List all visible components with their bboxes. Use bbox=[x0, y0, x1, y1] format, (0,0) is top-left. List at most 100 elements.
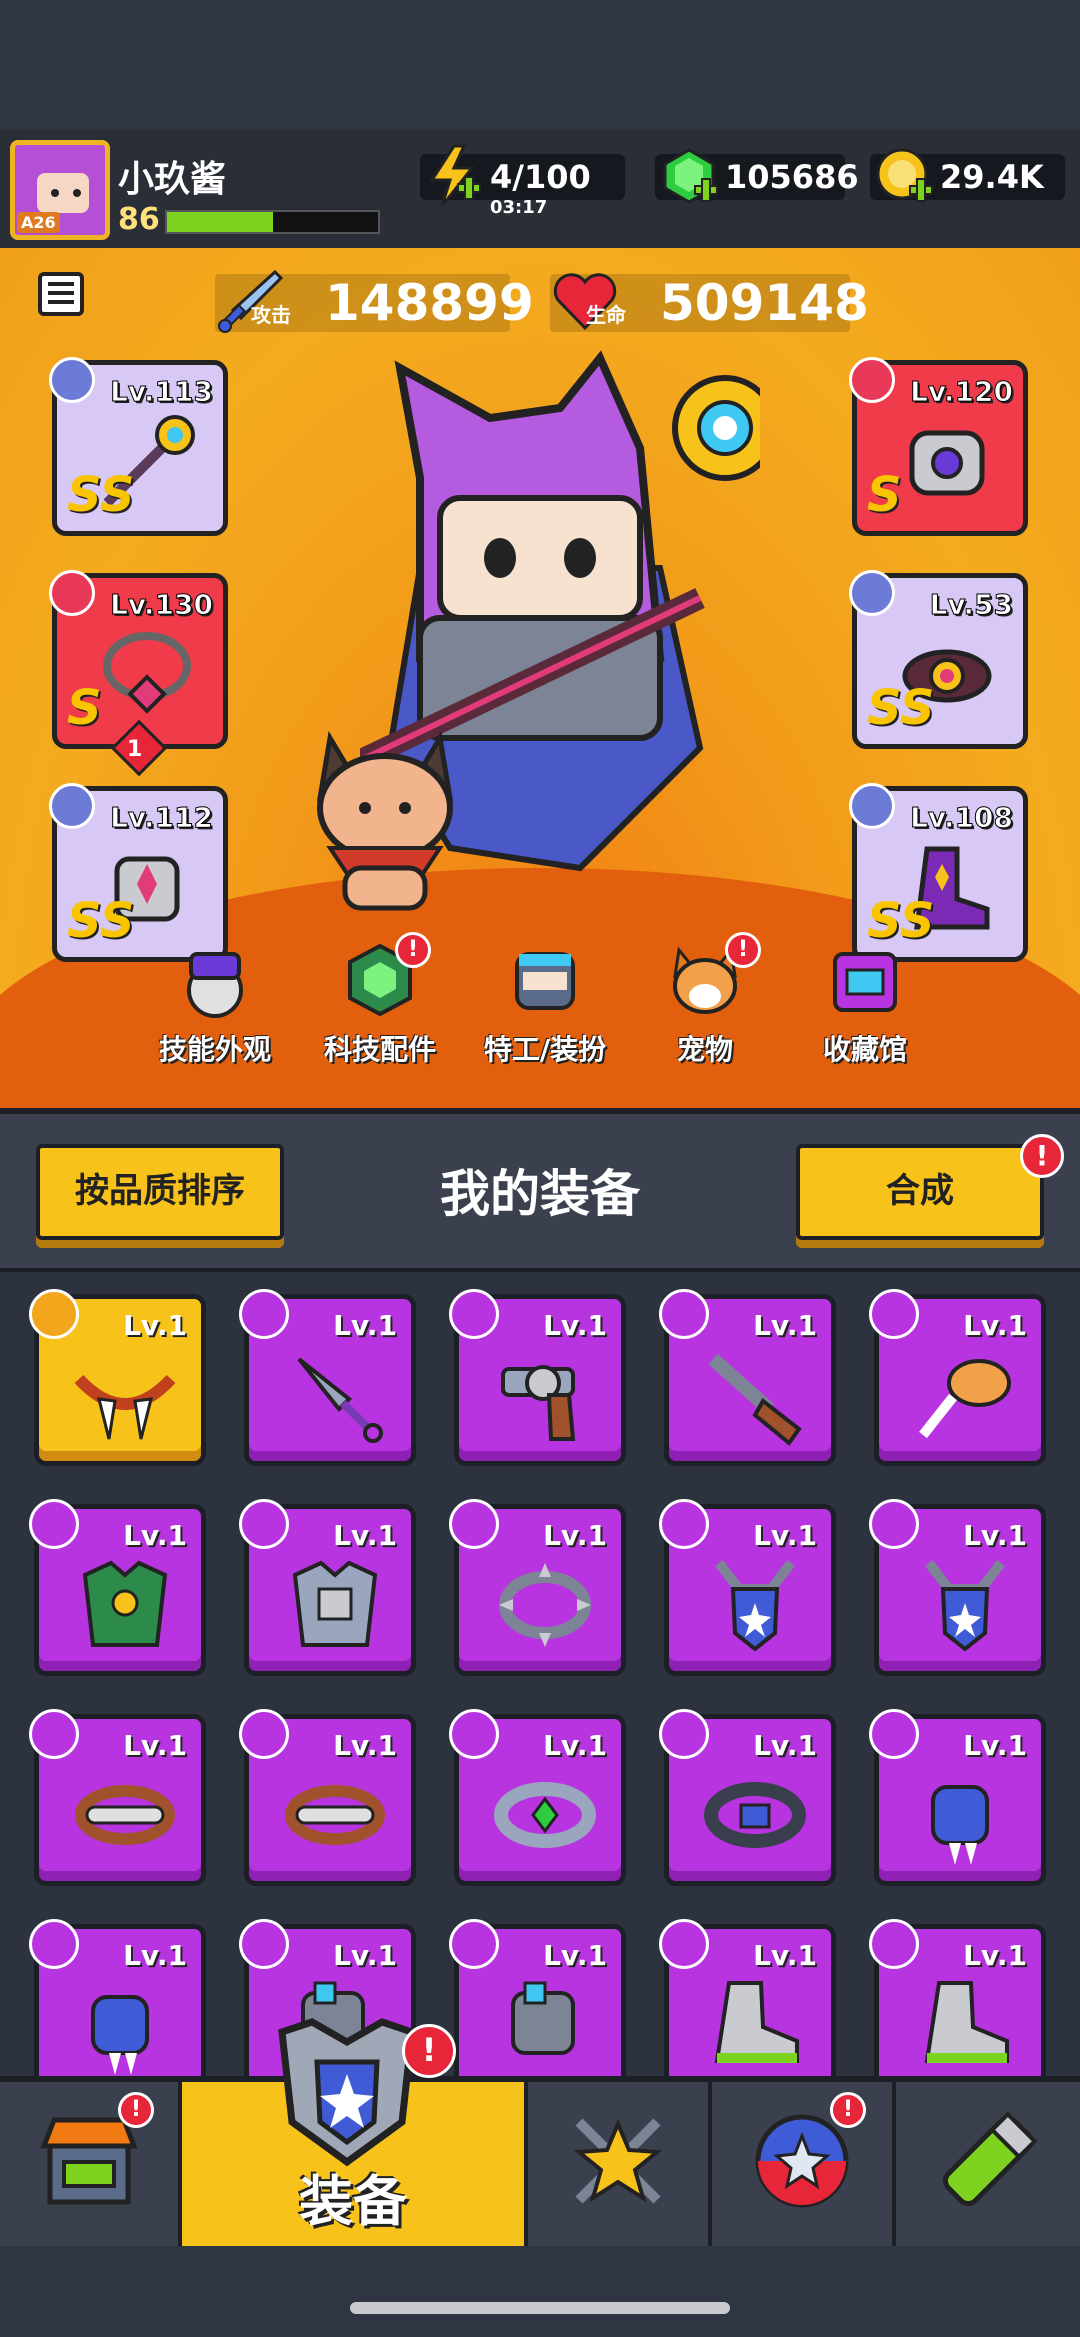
item-type-icon bbox=[869, 1499, 919, 1549]
nav-tab-equipment[interactable]: ! 装备 bbox=[182, 2018, 528, 2246]
item-level: Lv.1 bbox=[123, 1519, 187, 1552]
item-level: Lv.1 bbox=[123, 1939, 187, 1972]
energy-timer: 03:17 bbox=[490, 197, 548, 218]
mech-glove-icon bbox=[511, 1981, 575, 2055]
nav-label-equipment: 装备 bbox=[299, 2170, 407, 2233]
item-type-icon bbox=[449, 1289, 499, 1339]
coin-counter[interactable]: 29.4K bbox=[870, 148, 1065, 202]
fang-necklace-icon bbox=[74, 1374, 176, 1440]
avatar-eye bbox=[51, 189, 59, 197]
hp-value: 509148 bbox=[660, 274, 869, 332]
equip-slot-belt[interactable]: Lv.53 SS bbox=[849, 570, 1028, 749]
item-level: Lv.1 bbox=[753, 1939, 817, 1972]
submenu-label: 收藏馆 bbox=[822, 1033, 907, 1066]
item-level: Lv.1 bbox=[753, 1309, 817, 1342]
green-gem-icon bbox=[663, 148, 718, 204]
avatar-eye bbox=[73, 189, 81, 197]
item-type-icon bbox=[869, 1289, 919, 1339]
inventory-item[interactable]: Lv.1 bbox=[659, 1289, 836, 1466]
item-type-icon bbox=[869, 1919, 919, 1969]
item-level: Lv.1 bbox=[543, 1519, 607, 1552]
inventory-item[interactable]: Lv.1 bbox=[869, 1709, 1046, 1886]
inventory-item[interactable]: Lv.1 bbox=[659, 1919, 836, 2076]
nav-tab-shop[interactable]: ! bbox=[0, 2082, 182, 2246]
shield-pendant-icon bbox=[925, 1559, 1005, 1652]
inventory-item[interactable]: Lv.1 bbox=[869, 1919, 1046, 2076]
inventory-grid: Lv.1 Lv.1 Lv.1 Lv.1 Lv.1 Lv.1 Lv.1 Lv.1 Lv.1 Lv.1… bbox=[0, 1268, 1080, 2076]
item-type-icon bbox=[29, 1499, 79, 1549]
gem-counter[interactable]: 105686 bbox=[655, 148, 859, 204]
spiked-collar-icon bbox=[499, 1563, 591, 1647]
drumstick-icon bbox=[919, 1359, 1011, 1439]
item-type-icon bbox=[869, 1709, 919, 1759]
item-type-icon bbox=[29, 1919, 79, 1969]
submenu-pet[interactable]: 宠物 ! bbox=[625, 928, 785, 1098]
player-avatar[interactable]: A26 bbox=[10, 140, 110, 240]
equip-level: Lv.53 bbox=[929, 588, 1013, 622]
item-type-icon bbox=[239, 1289, 289, 1339]
item-type-icon bbox=[29, 1709, 79, 1759]
attack-value: 148899 bbox=[325, 274, 534, 332]
inventory-item[interactable]: Lv.1 bbox=[29, 1919, 206, 2076]
weapon-type-icon bbox=[49, 357, 95, 403]
necklace-type-icon bbox=[49, 570, 95, 616]
item-type-icon bbox=[239, 1499, 289, 1549]
submenu-collection[interactable]: 收藏馆 bbox=[785, 928, 945, 1098]
energy-value: 4/100 bbox=[490, 158, 591, 196]
home-indicator[interactable] bbox=[350, 2302, 730, 2314]
player-badge: A26 bbox=[17, 212, 60, 233]
item-level: Lv.1 bbox=[333, 1519, 397, 1552]
inventory-item[interactable]: Lv.1 bbox=[449, 1709, 626, 1886]
merge-button[interactable]: 合成 bbox=[796, 1144, 1044, 1240]
menu-button[interactable] bbox=[38, 272, 84, 316]
item-level: Lv.1 bbox=[123, 1309, 187, 1342]
inventory-item[interactable]: Lv.1 bbox=[239, 1499, 416, 1676]
submenu-agent-outfit[interactable]: 特工/装扮 bbox=[465, 928, 625, 1098]
submenu-tech-parts[interactable]: 科技配件 ! bbox=[300, 928, 460, 1098]
item-level: Lv.1 bbox=[543, 1729, 607, 1762]
nav-tab-talent[interactable]: ! bbox=[712, 2082, 896, 2246]
equip-rank: SS bbox=[67, 893, 135, 949]
inventory-item[interactable]: Lv.1 bbox=[29, 1289, 206, 1466]
inventory-item[interactable]: Lv.1 bbox=[449, 1919, 626, 2076]
shotgun-icon bbox=[708, 1353, 802, 1446]
item-type-icon bbox=[659, 1709, 709, 1759]
leaf-armor-icon bbox=[82, 1560, 168, 1647]
hp-label: 生命 bbox=[586, 303, 626, 327]
equip-slot-weapon[interactable]: Lv.113 SS bbox=[49, 357, 228, 536]
equip-slot-armor[interactable]: Lv.120 S bbox=[849, 357, 1028, 536]
submenu-skill-skin[interactable]: 技能外观 bbox=[135, 928, 295, 1098]
glove-type-icon bbox=[49, 783, 95, 829]
sneaker-icon bbox=[714, 1981, 799, 2063]
inventory-item[interactable]: Lv.1 bbox=[869, 1499, 1046, 1676]
sneaker-icon bbox=[924, 1981, 1009, 2063]
nav-tab-battle[interactable] bbox=[528, 2082, 712, 2246]
coin-value: 29.4K bbox=[940, 158, 1044, 196]
equip-level: Lv.120 bbox=[910, 375, 1014, 409]
inventory-item[interactable]: Lv.1 bbox=[449, 1289, 626, 1466]
hat-ball-icon bbox=[187, 952, 243, 1018]
energy-counter[interactable]: 4/100 03:17 bbox=[420, 144, 625, 218]
agent-head-icon bbox=[515, 952, 575, 1010]
item-level: Lv.1 bbox=[963, 1519, 1027, 1552]
inventory-item[interactable]: Lv.1 bbox=[659, 1709, 836, 1886]
inventory-item[interactable]: Lv.1 bbox=[659, 1499, 836, 1676]
item-level: Lv.1 bbox=[333, 1729, 397, 1762]
equip-level: Lv.113 bbox=[110, 375, 214, 409]
inventory-item[interactable]: Lv.1 bbox=[239, 1289, 416, 1466]
inventory-item[interactable]: Lv.1 bbox=[869, 1289, 1046, 1466]
item-level: Lv.1 bbox=[963, 1729, 1027, 1762]
steel-armor-icon bbox=[292, 1560, 378, 1647]
boot-type-icon bbox=[849, 783, 895, 829]
submenu-label: 宠物 bbox=[676, 1033, 733, 1066]
inventory-item[interactable]: Lv.1 bbox=[29, 1709, 206, 1886]
attack-stat: 攻击 148899 bbox=[215, 269, 534, 333]
nav-tab-evolve[interactable] bbox=[896, 2082, 1080, 2246]
inventory-item[interactable]: Lv.1 bbox=[449, 1499, 626, 1676]
inventory-item[interactable]: Lv.1 bbox=[29, 1499, 206, 1676]
inventory-item[interactable]: Lv.1 bbox=[239, 1709, 416, 1886]
notification-badge: ! bbox=[830, 2092, 866, 2128]
equip-slot-necklace[interactable]: Lv.130 S 1 bbox=[49, 570, 228, 777]
claw-glove-icon bbox=[931, 1785, 989, 1865]
equip-rank: SS bbox=[67, 467, 135, 523]
